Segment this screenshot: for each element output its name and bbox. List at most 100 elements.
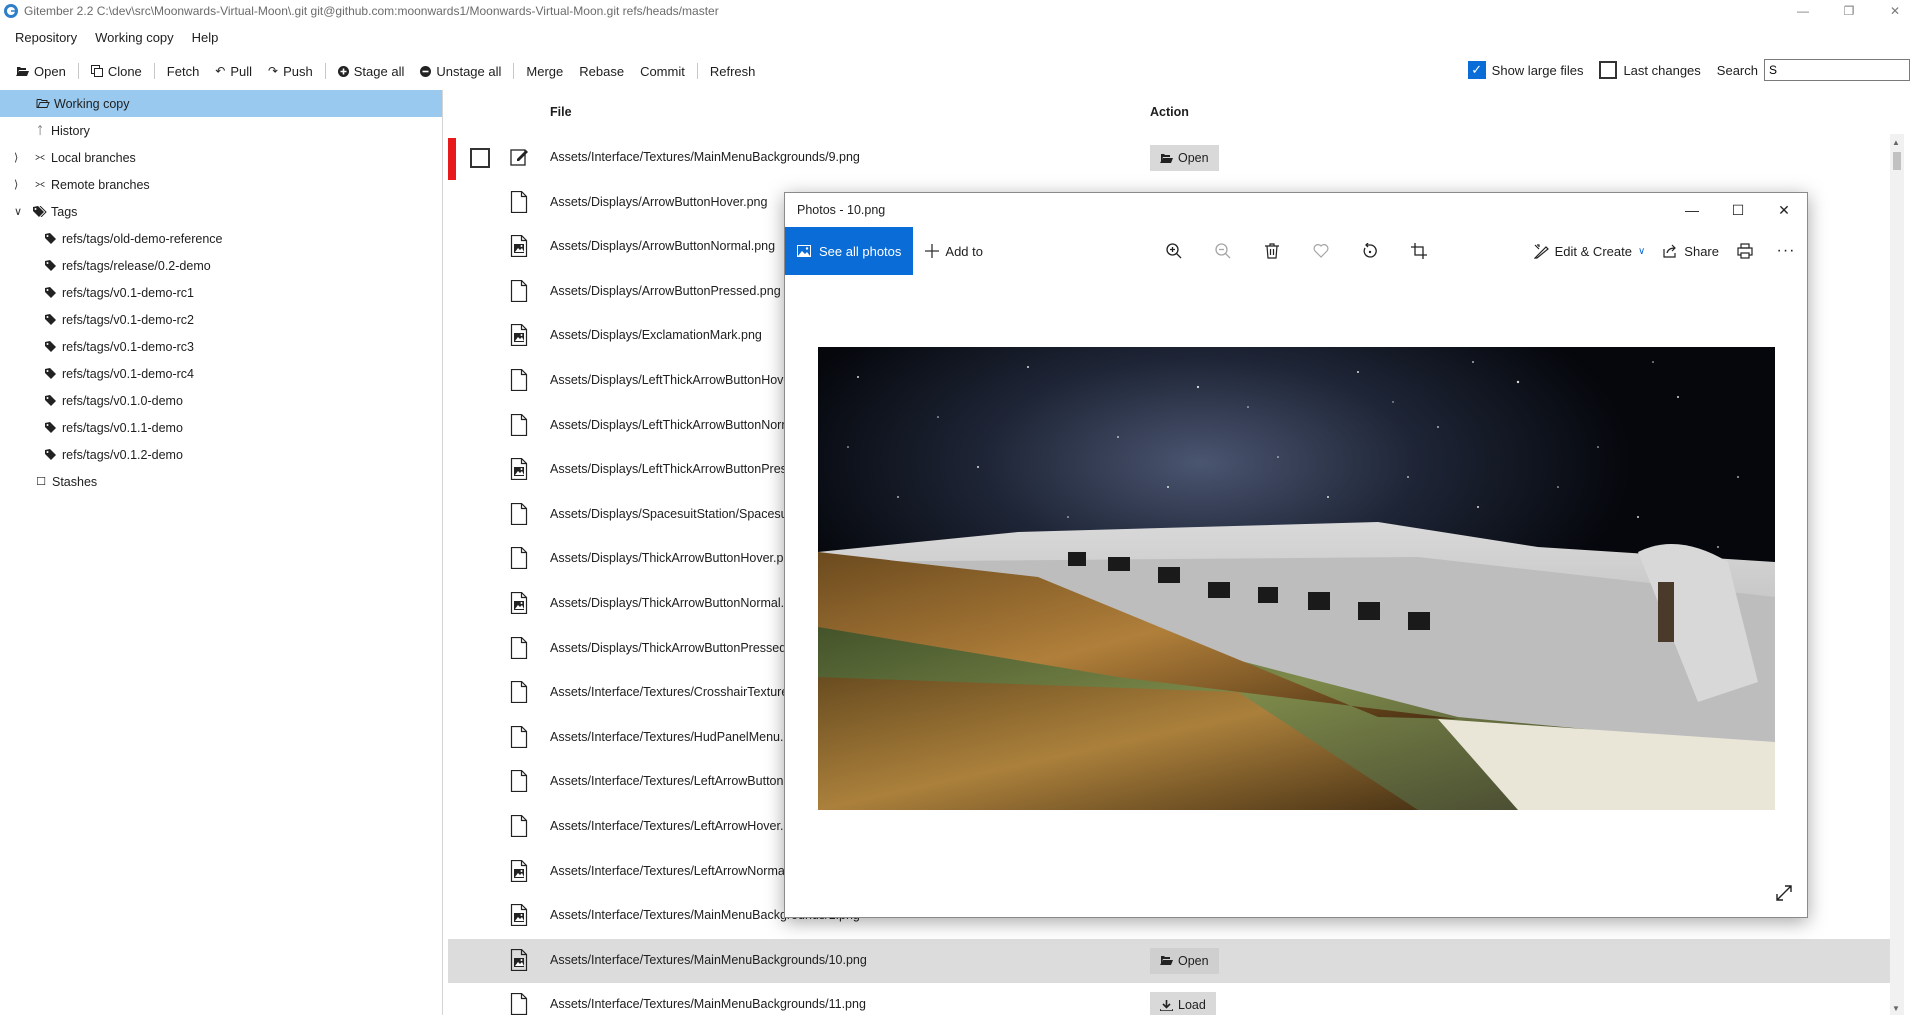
photos-maximize-button[interactable]: ☐ (1715, 193, 1761, 227)
action-label: Load (1178, 998, 1206, 1013)
tag-icon (45, 233, 56, 244)
tree-item-tag[interactable]: refs/tags/v0.1-demo-rc1 (0, 279, 442, 306)
photos-window: Photos - 10.png — ☐ ✕ See all photos Add… (784, 192, 1808, 918)
restore-button[interactable]: ❐ (1826, 0, 1872, 22)
more-options-button[interactable]: ··· (1771, 242, 1801, 260)
fetch-button[interactable]: Fetch (159, 59, 208, 83)
photos-title-bar: Photos - 10.png — ☐ ✕ (785, 193, 1807, 227)
crop-button[interactable] (1394, 227, 1443, 275)
menu-working-copy[interactable]: Working copy (86, 30, 183, 45)
menu-repository[interactable]: Repository (6, 30, 86, 45)
stage-checkbox[interactable] (470, 148, 490, 168)
file-row[interactable]: Assets/Interface/Textures/MainMenuBackgr… (448, 938, 1904, 984)
push-button[interactable]: ↷ Push (260, 59, 321, 83)
fullscreen-button[interactable] (1775, 884, 1793, 905)
zoom-in-button[interactable] (1149, 227, 1198, 275)
tree-item-local-branches[interactable]: ⟩ ⪥ Local branches (0, 144, 442, 171)
clone-button[interactable]: Clone (83, 59, 150, 83)
tree-label: refs/tags/release/0.2-demo (62, 258, 211, 273)
column-header-file[interactable]: File (550, 90, 572, 134)
tree-item-working-copy[interactable]: Working copy (0, 90, 442, 117)
edit-create-button[interactable]: Edit & Create ∨ (1533, 244, 1645, 259)
rebase-button[interactable]: Rebase (571, 59, 632, 83)
share-button[interactable]: Share (1663, 244, 1719, 259)
tree-label: refs/tags/v0.1.0-demo (62, 393, 183, 408)
unstage-all-label: Unstage all (436, 63, 502, 79)
download-icon (1160, 999, 1173, 1011)
unstage-all-button[interactable]: Unstage all (412, 59, 509, 83)
stage-all-button[interactable]: Stage all (330, 59, 413, 83)
tree-item-tag[interactable]: refs/tags/v0.1-demo-rc2 (0, 306, 442, 333)
tree-item-tag[interactable]: refs/tags/v0.1.2-demo (0, 441, 442, 468)
file-icon (510, 636, 528, 659)
photos-toolbar: See all photos Add to Edit & Create ∨ Sh… (785, 227, 1807, 275)
print-button[interactable] (1737, 243, 1753, 259)
tree-item-tag[interactable]: refs/tags/old-demo-reference (0, 225, 442, 252)
last-changes-label: Last changes (1623, 62, 1701, 78)
zoom-in-icon (1165, 243, 1181, 259)
tree-label: refs/tags/v0.1-demo-rc1 (62, 285, 194, 300)
column-header-action[interactable]: Action (1150, 90, 1189, 134)
add-to-button[interactable]: Add to (925, 244, 983, 259)
photos-icon (797, 245, 811, 257)
trash-icon (1264, 243, 1279, 259)
toolbar-separator (153, 63, 155, 79)
folder-open-icon (1160, 956, 1173, 966)
add-to-label: Add to (945, 243, 983, 259)
plus-circle-icon (337, 65, 349, 77)
menu-help[interactable]: Help (183, 30, 228, 45)
zoom-out-button[interactable] (1198, 227, 1247, 275)
vertical-scrollbar[interactable]: ▲ ▼ (1890, 134, 1904, 1015)
file-path: Assets/Displays/LeftThickArrowButtonPres… (550, 462, 801, 477)
scrollbar-thumb[interactable] (1893, 152, 1901, 170)
close-button[interactable]: ✕ (1872, 0, 1918, 22)
file-path: Assets/Displays/LeftThickArrowButtonNorm… (550, 417, 799, 432)
chevron-right-icon[interactable]: ⟩ (14, 151, 18, 164)
open-file-button[interactable]: Open (1150, 145, 1219, 171)
refresh-button[interactable]: Refresh (702, 59, 764, 83)
file-row[interactable]: Assets/Interface/Textures/MainMenuBackgr… (448, 983, 1904, 1015)
menu-bar: Repository Working copy Help (0, 24, 227, 50)
file-icon (510, 502, 528, 525)
file-icon (510, 725, 528, 748)
tree-item-remote-branches[interactable]: ⟩ ⪥ Remote branches (0, 171, 442, 198)
scroll-down-icon[interactable]: ▼ (1892, 1004, 1900, 1013)
pull-button[interactable]: ↶ Pull (207, 59, 260, 83)
tag-icon (45, 287, 56, 298)
tree-item-tags[interactable]: ∨ Tags (0, 198, 442, 225)
open-file-button[interactable]: Open (1150, 947, 1219, 974)
tree-item-tag[interactable]: refs/tags/v0.1-demo-rc3 (0, 333, 442, 360)
photos-close-button[interactable]: ✕ (1761, 193, 1807, 227)
tree-item-history[interactable]: ᛏ History (0, 117, 442, 144)
see-all-photos-button[interactable]: See all photos (785, 227, 914, 275)
load-file-button[interactable]: Load (1150, 992, 1216, 1015)
tree-item-tag[interactable]: refs/tags/v0.1.1-demo (0, 414, 442, 441)
delete-button[interactable] (1247, 227, 1296, 275)
tree-item-stashes[interactable]: ☐ Stashes (0, 468, 442, 495)
minimize-button[interactable]: — (1780, 0, 1826, 22)
tag-icon (45, 260, 56, 271)
merge-button[interactable]: Merge (518, 59, 571, 83)
tree-label: History (51, 123, 90, 138)
file-icon (510, 279, 528, 302)
tree-item-tag[interactable]: refs/tags/release/0.2-demo (0, 252, 442, 279)
folder-open-icon (36, 99, 50, 108)
file-row[interactable]: Assets/Interface/Textures/MainMenuBackgr… (448, 136, 1904, 181)
open-button[interactable]: Open (8, 59, 74, 83)
tags-icon (33, 206, 47, 217)
favorite-button[interactable] (1296, 227, 1345, 275)
rotate-button[interactable] (1345, 227, 1394, 275)
show-large-files-checkbox[interactable]: ✓ (1467, 61, 1486, 79)
last-changes-checkbox[interactable] (1599, 61, 1618, 79)
tree-item-tag[interactable]: refs/tags/v0.1.0-demo (0, 387, 442, 414)
tree-item-tag[interactable]: refs/tags/v0.1-demo-rc4 (0, 360, 442, 387)
file-icon (510, 413, 528, 436)
search-input[interactable] (1764, 59, 1910, 81)
photos-minimize-button[interactable]: — (1669, 193, 1715, 227)
show-large-files-label: Show large files (1491, 62, 1584, 78)
commit-button[interactable]: Commit (632, 59, 693, 83)
chevron-down-icon[interactable]: ∨ (14, 205, 22, 218)
chevron-right-icon[interactable]: ⟩ (14, 178, 18, 191)
edit-icon (510, 149, 528, 166)
scroll-up-icon[interactable]: ▲ (1892, 138, 1900, 147)
